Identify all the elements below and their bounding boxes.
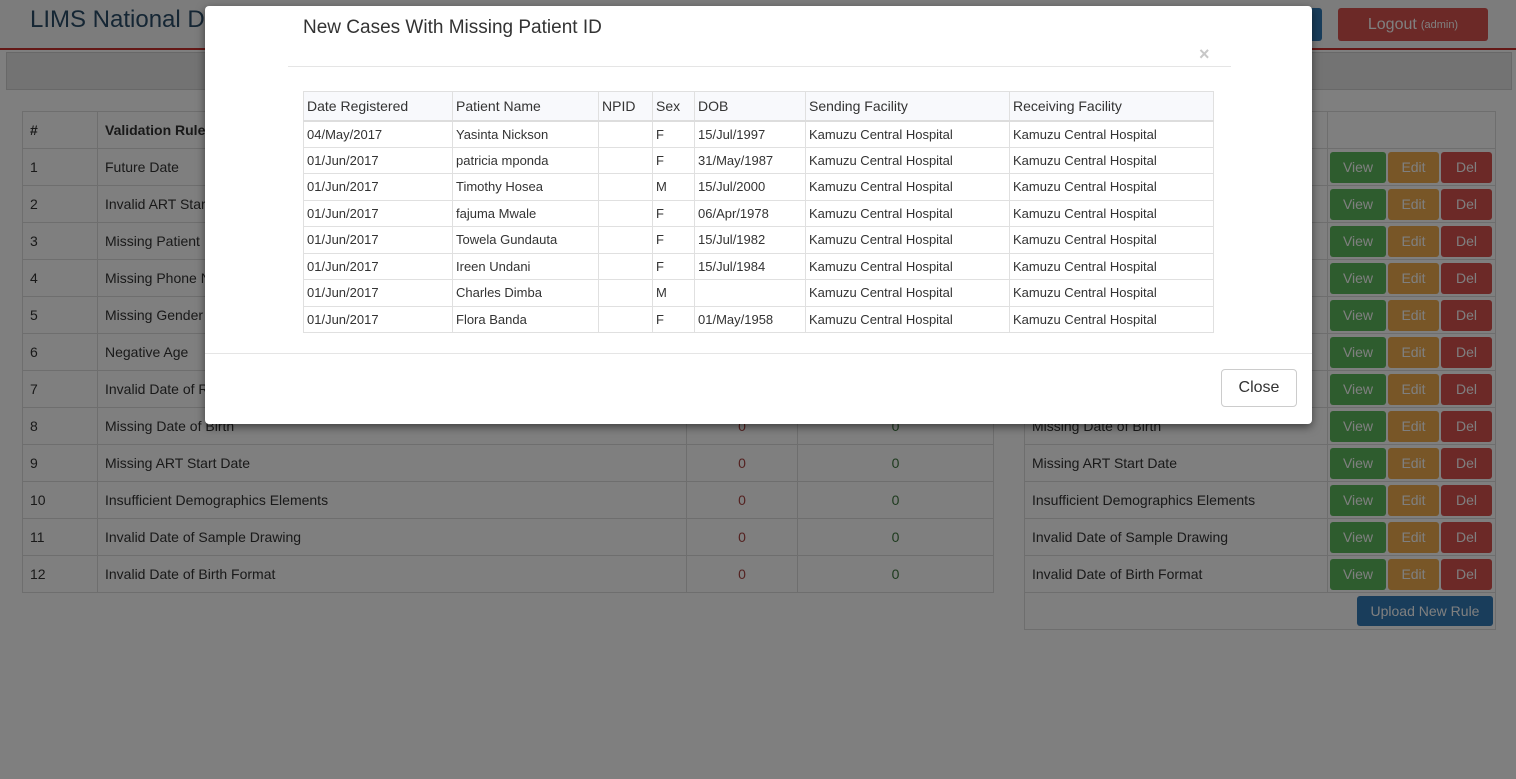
date-registered-cell: 01/Jun/2017 [303, 226, 453, 254]
table-header-row: Date Registered Patient Name NPID Sex DO… [303, 91, 1214, 122]
npid-cell [598, 173, 653, 201]
sex-cell: F [652, 199, 695, 227]
date-registered-cell: 01/Jun/2017 [303, 305, 453, 333]
dob-cell: 15/Jul/2000 [694, 173, 806, 201]
receiving-facility-cell: Kamuzu Central Hospital [1009, 279, 1214, 307]
table-row: 01/Jun/2017 Flora Banda F 01/May/1958 Kamuzu… [303, 305, 1214, 333]
patient-name-cell: Flora Banda [452, 305, 599, 333]
sex-cell: F [652, 252, 695, 280]
patient-name-cell: patricia mponda [452, 146, 599, 174]
npid-cell [598, 199, 653, 227]
patient-name-cell: Towela Gundauta [452, 226, 599, 254]
dob-cell: 15/Jul/1984 [694, 252, 806, 280]
patient-name-cell: Timothy Hosea [452, 173, 599, 201]
receiving-facility-cell: Kamuzu Central Hospital [1009, 199, 1214, 227]
date-registered-cell: 01/Jun/2017 [303, 146, 453, 174]
receiving-facility-cell: Kamuzu Central Hospital [1009, 252, 1214, 280]
date-registered-cell: 01/Jun/2017 [303, 199, 453, 227]
date-registered-cell: 01/Jun/2017 [303, 252, 453, 280]
npid-cell [598, 252, 653, 280]
sending-facility-cell: Kamuzu Central Hospital [805, 226, 1010, 254]
sex-cell: M [652, 279, 695, 307]
sex-cell: M [652, 173, 695, 201]
sex-cell: F [652, 305, 695, 333]
column-header-npid: NPID [598, 91, 653, 122]
table-row: 01/Jun/2017 patricia mponda F 31/May/1987 Ka… [303, 146, 1214, 174]
sex-cell: F [652, 226, 695, 254]
modal-header-divider [288, 66, 1231, 67]
receiving-facility-cell: Kamuzu Central Hospital [1009, 146, 1214, 174]
column-header-dob: DOB [694, 91, 806, 122]
modal-footer-divider [205, 353, 1312, 354]
npid-cell [598, 305, 653, 333]
modal-title: New Cases With Missing Patient ID [303, 17, 602, 38]
npid-cell [598, 120, 653, 148]
dob-cell [694, 279, 806, 307]
dob-cell: 06/Apr/1978 [694, 199, 806, 227]
receiving-facility-cell: Kamuzu Central Hospital [1009, 120, 1214, 148]
missing-patient-id-modal: New Cases With Missing Patient ID × Date… [205, 6, 1312, 424]
date-registered-cell: 01/Jun/2017 [303, 173, 453, 201]
table-row: 01/Jun/2017 Towela Gundauta F 15/Jul/1982 Ka… [303, 226, 1214, 254]
patient-name-cell: fajuma Mwale [452, 199, 599, 227]
receiving-facility-cell: Kamuzu Central Hospital [1009, 173, 1214, 201]
dob-cell: 15/Jul/1997 [694, 120, 806, 148]
table-row: 04/May/2017 Yasinta Nickson F 15/Jul/1997 Ka… [303, 120, 1214, 148]
column-header-receiving-facility: Receiving Facility [1009, 91, 1214, 122]
sending-facility-cell: Kamuzu Central Hospital [805, 252, 1010, 280]
column-header-patient-name: Patient Name [452, 91, 599, 122]
sending-facility-cell: Kamuzu Central Hospital [805, 120, 1010, 148]
column-header-date-registered: Date Registered [303, 91, 453, 122]
sending-facility-cell: Kamuzu Central Hospital [805, 279, 1010, 307]
sending-facility-cell: Kamuzu Central Hospital [805, 146, 1010, 174]
table-row: 01/Jun/2017 fajuma Mwale F 06/Apr/1978 Kamuz… [303, 199, 1214, 227]
sending-facility-cell: Kamuzu Central Hospital [805, 305, 1010, 333]
dob-cell: 15/Jul/1982 [694, 226, 806, 254]
sending-facility-cell: Kamuzu Central Hospital [805, 199, 1010, 227]
npid-cell [598, 226, 653, 254]
column-header-sex: Sex [652, 91, 695, 122]
missing-id-cases-table: Date Registered Patient Name NPID Sex DO… [303, 91, 1214, 333]
table-row: 01/Jun/2017 Timothy Hosea M 15/Jul/2000 Kamu… [303, 173, 1214, 201]
sex-cell: F [652, 146, 695, 174]
dob-cell: 01/May/1958 [694, 305, 806, 333]
sex-cell: F [652, 120, 695, 148]
npid-cell [598, 279, 653, 307]
date-registered-cell: 04/May/2017 [303, 120, 453, 148]
receiving-facility-cell: Kamuzu Central Hospital [1009, 226, 1214, 254]
patient-name-cell: Yasinta Nickson [452, 120, 599, 148]
column-header-sending-facility: Sending Facility [805, 91, 1010, 122]
close-button[interactable]: Close [1221, 369, 1297, 407]
close-icon[interactable]: × [1199, 44, 1210, 64]
patient-name-cell: Ireen Undani [452, 252, 599, 280]
table-row: 01/Jun/2017 Charles Dimba M Kamuzu Central … [303, 279, 1214, 307]
receiving-facility-cell: Kamuzu Central Hospital [1009, 305, 1214, 333]
table-row: 01/Jun/2017 Ireen Undani F 15/Jul/1984 Kamuz… [303, 252, 1214, 280]
date-registered-cell: 01/Jun/2017 [303, 279, 453, 307]
patient-name-cell: Charles Dimba [452, 279, 599, 307]
npid-cell [598, 146, 653, 174]
sending-facility-cell: Kamuzu Central Hospital [805, 173, 1010, 201]
dob-cell: 31/May/1987 [694, 146, 806, 174]
